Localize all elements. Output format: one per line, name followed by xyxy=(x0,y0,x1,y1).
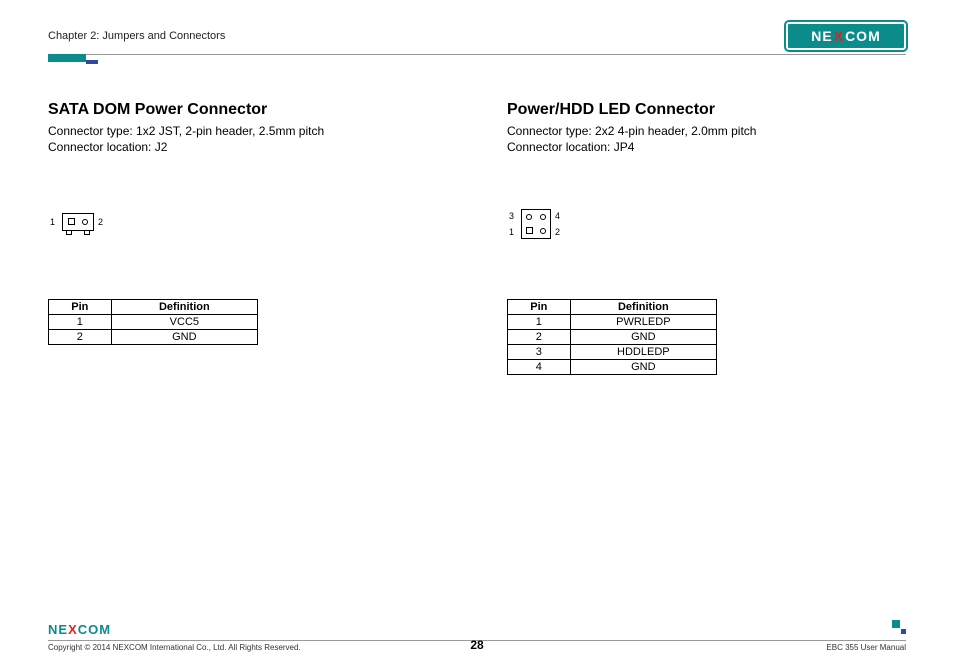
cell-def: PWRLEDP xyxy=(570,315,716,330)
cell-pin: 3 xyxy=(508,345,571,360)
cell-def: GND xyxy=(111,330,257,345)
cell-pin: 1 xyxy=(508,315,571,330)
right-connector-location: Connector location: JP4 xyxy=(507,139,906,155)
left-heading: SATA DOM Power Connector xyxy=(48,101,447,119)
right-pin-3-label: 3 xyxy=(509,211,514,221)
header-bar: Chapter 2: Jumpers and Connectors NEXCOM xyxy=(48,22,906,55)
logo-part-x: X xyxy=(834,28,844,44)
logo-part-1: NE xyxy=(48,622,68,637)
logo-part-2: COM xyxy=(78,622,111,637)
logo-top: NEXCOM xyxy=(786,22,906,50)
right-column: Power/HDD LED Connector Connector type: … xyxy=(507,101,906,375)
cell-def: GND xyxy=(570,360,716,375)
cell-pin: 2 xyxy=(508,330,571,345)
pin-circle-icon xyxy=(526,214,532,220)
table-row: 1 VCC5 xyxy=(49,315,258,330)
right-pin-4-label: 4 xyxy=(555,211,560,221)
table-row: 1 PWRLEDP xyxy=(508,315,717,330)
table-row: 2 GND xyxy=(508,330,717,345)
th-pin: Pin xyxy=(49,300,112,315)
pin-circle-icon xyxy=(540,228,546,234)
right-diagram: 3 4 1 2 xyxy=(507,209,906,249)
manual-name: EBC 355 User Manual xyxy=(826,643,906,652)
left-pin-1-label: 1 xyxy=(50,217,55,227)
content-columns: SATA DOM Power Connector Connector type:… xyxy=(48,101,906,375)
left-diagram: 1 2 xyxy=(48,209,447,249)
page-number: 28 xyxy=(470,638,483,652)
cell-def: VCC5 xyxy=(111,315,257,330)
left-connector-box xyxy=(62,213,94,231)
footer: NEXCOM Copyright © 2014 NEXCOM Internati… xyxy=(48,640,906,652)
cell-pin: 1 xyxy=(49,315,112,330)
th-def: Definition xyxy=(570,300,716,315)
left-connector-type: Connector type: 1x2 JST, 2-pin header, 2… xyxy=(48,123,447,139)
table-row: 3 HDDLEDP xyxy=(508,345,717,360)
cell-pin: 4 xyxy=(508,360,571,375)
cell-def: HDDLEDP xyxy=(570,345,716,360)
pin-square-icon xyxy=(68,218,75,225)
left-pin-2-label: 2 xyxy=(98,217,103,227)
th-def: Definition xyxy=(111,300,257,315)
cell-pin: 2 xyxy=(49,330,112,345)
accent-bar-blue xyxy=(86,60,98,64)
right-heading: Power/HDD LED Connector xyxy=(507,101,906,119)
cell-def: GND xyxy=(570,330,716,345)
th-pin: Pin xyxy=(508,300,571,315)
pin-square-icon xyxy=(526,227,533,234)
notch-icon xyxy=(66,231,72,235)
table-row: 2 GND xyxy=(49,330,258,345)
pin-circle-icon xyxy=(82,219,88,225)
logo-part-x: X xyxy=(68,622,78,637)
right-pin-1-label: 1 xyxy=(509,227,514,237)
right-connector-type: Connector type: 2x2 4-pin header, 2.0mm … xyxy=(507,123,906,139)
chapter-title: Chapter 2: Jumpers and Connectors xyxy=(48,30,225,42)
logo-part-2: COM xyxy=(845,28,881,44)
copyright-text: Copyright © 2014 NEXCOM International Co… xyxy=(48,643,301,652)
right-pin-2-label: 2 xyxy=(555,227,560,237)
right-pin-table: Pin Definition 1 PWRLEDP 2 GND 3 HDDLEDP… xyxy=(507,299,717,375)
left-column: SATA DOM Power Connector Connector type:… xyxy=(48,101,447,375)
left-pin-table: Pin Definition 1 VCC5 2 GND xyxy=(48,299,258,345)
notch-icon xyxy=(84,231,90,235)
logo-bottom: NEXCOM xyxy=(48,622,111,637)
table-row: 4 GND xyxy=(508,360,717,375)
corner-decoration-icon xyxy=(892,620,906,634)
accent-bar-green xyxy=(48,54,86,62)
pin-circle-icon xyxy=(540,214,546,220)
right-connector-box xyxy=(521,209,551,239)
left-connector-location: Connector location: J2 xyxy=(48,139,447,155)
logo-part-1: NE xyxy=(811,28,832,44)
